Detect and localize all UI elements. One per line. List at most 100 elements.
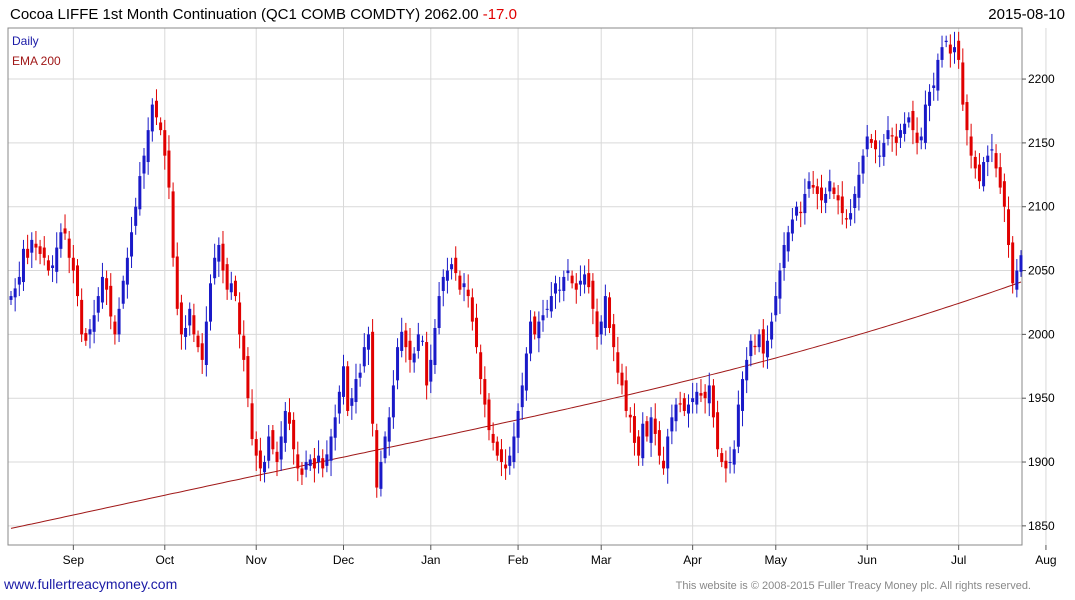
candle-body xyxy=(229,283,233,293)
candle-body xyxy=(396,347,400,381)
candle-down xyxy=(504,449,508,480)
candle-up xyxy=(566,259,570,281)
candle-up xyxy=(857,162,861,211)
candle-up xyxy=(774,282,778,322)
candle-body xyxy=(782,245,786,268)
candle-up xyxy=(674,398,678,432)
candle-down xyxy=(491,422,495,451)
candle-down xyxy=(242,320,246,372)
candle-down xyxy=(371,319,375,437)
candle-body xyxy=(450,264,454,270)
candle-down xyxy=(483,366,487,418)
candle-down xyxy=(495,436,499,461)
candle-up xyxy=(919,127,923,150)
candle-down xyxy=(811,170,815,194)
candle-up xyxy=(445,257,449,294)
candle-up xyxy=(387,407,391,456)
candle-body xyxy=(495,441,499,456)
candle-up xyxy=(641,412,645,466)
candle-down xyxy=(624,366,628,418)
candle-down xyxy=(499,439,503,477)
candle-body xyxy=(254,439,258,456)
x-tick-label: Jul xyxy=(951,553,966,567)
candle-body xyxy=(724,460,728,469)
candle-up xyxy=(828,169,832,200)
candle-body xyxy=(258,450,262,469)
candle-body xyxy=(612,324,616,348)
candle-up xyxy=(304,450,308,478)
candle-body xyxy=(238,302,242,335)
candle-body xyxy=(17,276,21,285)
candle-down xyxy=(595,298,599,350)
site-link[interactable]: www.fullertreacymoney.com xyxy=(4,576,177,592)
candle-down xyxy=(346,361,350,417)
candle-body xyxy=(346,366,350,411)
candle-up xyxy=(553,275,557,309)
candle-body xyxy=(961,62,965,105)
candle-up xyxy=(907,112,911,128)
candle-body xyxy=(678,403,682,405)
candle-body xyxy=(761,329,765,354)
candle-up xyxy=(229,271,233,300)
candle-down xyxy=(167,135,171,200)
candle-body xyxy=(541,315,545,321)
candle-body xyxy=(445,270,449,281)
candle-down xyxy=(869,133,873,148)
candle-body xyxy=(545,308,549,310)
candle-body xyxy=(595,311,599,337)
candle-down xyxy=(404,322,408,363)
candle-body xyxy=(919,136,923,141)
candle-body xyxy=(267,436,271,461)
candle-body xyxy=(844,218,848,220)
candle-down xyxy=(815,178,819,210)
candle-body xyxy=(832,187,836,194)
candle-down xyxy=(175,242,179,316)
candle-body xyxy=(175,256,179,309)
candle-body xyxy=(699,393,703,396)
candle-body xyxy=(637,436,641,456)
candle-body xyxy=(134,206,138,226)
candle-down xyxy=(254,431,258,471)
candle-body xyxy=(350,398,354,406)
candle-up xyxy=(188,302,192,336)
candle-down xyxy=(425,331,429,400)
candle-body xyxy=(67,238,71,258)
candle-body xyxy=(200,343,204,360)
candle-up xyxy=(878,140,882,168)
candle-body xyxy=(952,47,956,53)
candle-down xyxy=(375,423,379,498)
candle-body xyxy=(686,404,690,414)
candle-down xyxy=(915,117,919,155)
candle-down xyxy=(238,292,242,349)
candle-down xyxy=(84,327,88,346)
candles xyxy=(9,31,1023,498)
candle-up xyxy=(283,402,287,452)
candle-body xyxy=(188,308,192,326)
y-tick-label: 1900 xyxy=(1028,455,1055,469)
candle-up xyxy=(9,290,13,306)
candle-up xyxy=(558,276,562,303)
candle-body xyxy=(483,379,487,405)
candle-down xyxy=(574,273,578,304)
candle-body xyxy=(59,232,63,249)
candle-body xyxy=(649,417,653,443)
candle-body xyxy=(420,340,424,342)
copyright-notice: This website is © 2008-2015 Fuller Treac… xyxy=(675,580,1031,592)
candle-down xyxy=(890,127,894,152)
candle-down xyxy=(969,123,973,169)
candle-body xyxy=(113,321,117,335)
candle-down xyxy=(38,239,42,265)
candle-body xyxy=(304,462,308,470)
candle-body xyxy=(209,283,213,322)
candle-body xyxy=(990,149,994,151)
y-tick-label: 2000 xyxy=(1028,327,1055,341)
candle-body xyxy=(433,327,437,366)
candle-up xyxy=(795,201,799,221)
candle-down xyxy=(287,398,291,431)
candle-body xyxy=(163,130,167,156)
candle-down xyxy=(678,391,682,413)
candle-body xyxy=(117,308,121,335)
candle-body xyxy=(853,193,857,208)
candle-body xyxy=(179,302,183,335)
candle-up xyxy=(732,440,736,474)
